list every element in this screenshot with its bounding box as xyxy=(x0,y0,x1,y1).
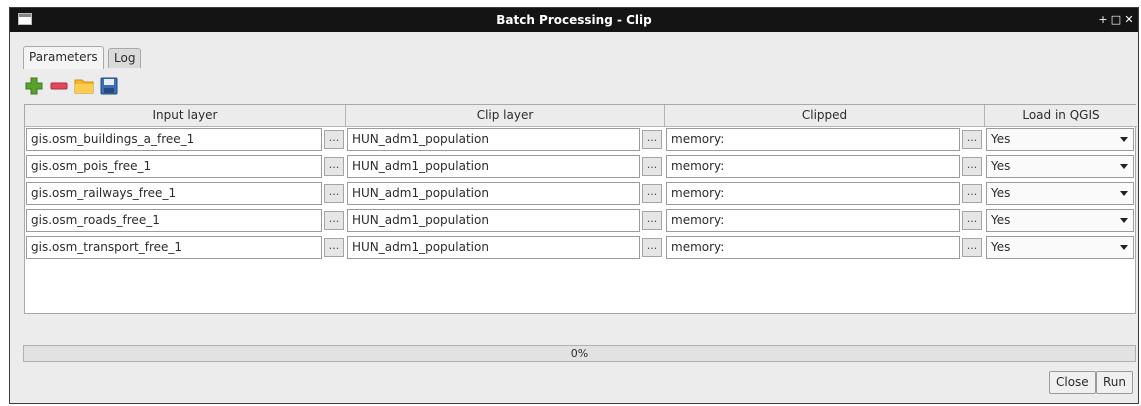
open-folder-icon[interactable] xyxy=(74,76,94,96)
table-row: gis.osm_transport_free_1... HUN_adm1_popu… xyxy=(25,236,1135,263)
close-window-icon[interactable]: ✕ xyxy=(1123,11,1135,29)
browse-button[interactable]: ... xyxy=(962,211,982,230)
clipped-output-field[interactable]: memory: xyxy=(666,155,960,178)
browse-button[interactable]: ... xyxy=(642,211,662,230)
progress-text: 0% xyxy=(570,347,589,360)
browse-button[interactable]: ... xyxy=(642,238,662,257)
batch-table: Input layer Clip layer Clipped Load in Q… xyxy=(24,104,1137,314)
load-in-qgis-select[interactable]: Yes xyxy=(986,155,1134,178)
table-row: gis.osm_railways_free_1... HUN_adm1_popul… xyxy=(25,182,1135,209)
input-layer-field[interactable]: gis.osm_transport_free_1 xyxy=(26,236,322,259)
chevron-down-icon xyxy=(1120,137,1128,142)
load-in-qgis-select[interactable]: Yes xyxy=(986,182,1134,205)
clip-layer-field[interactable]: HUN_adm1_population xyxy=(347,236,640,259)
clipped-output-field[interactable]: memory: xyxy=(666,236,960,259)
browse-button[interactable]: ... xyxy=(324,211,344,230)
chevron-down-icon xyxy=(1120,191,1128,196)
load-in-qgis-select[interactable]: Yes xyxy=(986,236,1134,259)
clip-layer-field[interactable]: HUN_adm1_population xyxy=(347,128,640,151)
title-bar[interactable]: Batch Processing - Clip + □ ✕ xyxy=(10,8,1138,32)
load-in-qgis-value: Yes xyxy=(991,186,1011,200)
clipped-output-field[interactable]: memory: xyxy=(666,182,960,205)
remove-row-icon[interactable] xyxy=(49,76,69,96)
browse-button[interactable]: ... xyxy=(642,157,662,176)
clip-layer-field[interactable]: HUN_adm1_population xyxy=(347,209,640,232)
chevron-down-icon xyxy=(1120,164,1128,169)
save-icon[interactable] xyxy=(99,76,119,96)
input-layer-field[interactable]: gis.osm_railways_free_1 xyxy=(26,182,322,205)
clip-layer-field[interactable]: HUN_adm1_population xyxy=(347,182,640,205)
input-layer-field[interactable]: gis.osm_roads_free_1 xyxy=(26,209,322,232)
input-layer-field[interactable]: gis.osm_pois_free_1 xyxy=(26,155,322,178)
column-header-clipped[interactable]: Clipped xyxy=(665,105,985,127)
window-title: Batch Processing - Clip xyxy=(496,13,652,27)
tab-log[interactable]: Log xyxy=(108,48,142,68)
load-in-qgis-select[interactable]: Yes xyxy=(986,128,1134,151)
browse-button[interactable]: ... xyxy=(324,238,344,257)
load-in-qgis-value: Yes xyxy=(991,240,1011,254)
close-button[interactable]: Close xyxy=(1049,371,1096,394)
load-in-qgis-value: Yes xyxy=(991,159,1011,173)
run-button[interactable]: Run xyxy=(1096,371,1134,394)
chevron-down-icon xyxy=(1120,218,1128,223)
maximize-icon[interactable]: □ xyxy=(1110,11,1122,29)
browse-button[interactable]: ... xyxy=(962,157,982,176)
browse-button[interactable]: ... xyxy=(962,238,982,257)
pin-icon[interactable]: + xyxy=(1097,11,1109,29)
table-row: gis.osm_roads_free_1... HUN_adm1_populati… xyxy=(25,209,1135,236)
table-row: gis.osm_buildings_a_free_1... HUN_adm1_po… xyxy=(25,128,1135,155)
browse-button[interactable]: ... xyxy=(324,130,344,149)
column-header-load-in-qgis[interactable]: Load in QGIS xyxy=(985,105,1137,127)
browse-button[interactable]: ... xyxy=(324,157,344,176)
browse-button[interactable]: ... xyxy=(962,130,982,149)
browse-button[interactable]: ... xyxy=(324,184,344,203)
load-in-qgis-value: Yes xyxy=(991,132,1011,146)
browse-button[interactable]: ... xyxy=(962,184,982,203)
column-header-input-layer[interactable]: Input layer xyxy=(25,105,346,127)
load-in-qgis-value: Yes xyxy=(991,213,1011,227)
input-layer-field[interactable]: gis.osm_buildings_a_free_1 xyxy=(26,128,322,151)
clipped-output-field[interactable]: memory: xyxy=(666,128,960,151)
browse-button[interactable]: ... xyxy=(642,184,662,203)
batch-processing-window: Batch Processing - Clip + □ ✕ Parameters… xyxy=(9,7,1139,404)
browse-button[interactable]: ... xyxy=(642,130,662,149)
tab-parameters[interactable]: Parameters xyxy=(23,46,104,69)
clipped-output-field[interactable]: memory: xyxy=(666,209,960,232)
clip-layer-field[interactable]: HUN_adm1_population xyxy=(347,155,640,178)
table-row: gis.osm_pois_free_1... HUN_adm1_populatio… xyxy=(25,155,1135,182)
column-header-clip-layer[interactable]: Clip layer xyxy=(346,105,665,127)
load-in-qgis-select[interactable]: Yes xyxy=(986,209,1134,232)
progress-bar: 0% xyxy=(23,345,1136,362)
chevron-down-icon xyxy=(1120,245,1128,250)
add-row-icon[interactable] xyxy=(24,76,44,96)
